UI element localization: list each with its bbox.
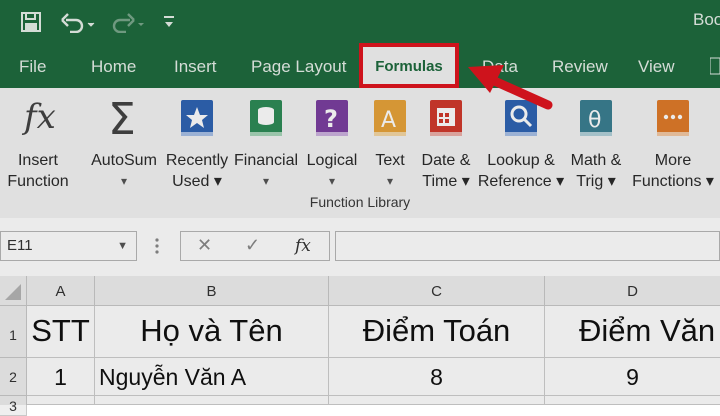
row-header-1[interactable]: 1 [0, 306, 27, 358]
sigma-icon: Σ [108, 94, 136, 145]
text-button[interactable]: A Text ▾ [364, 96, 416, 192]
scroll-tabs-icon[interactable] [710, 56, 720, 76]
more-functions-button[interactable]: More Functions ▾ [628, 96, 718, 192]
tab-view[interactable]: View [638, 44, 675, 88]
function-library-label: Function Library [309, 194, 411, 210]
svg-text:Σ: Σ [108, 96, 136, 140]
svg-text:?: ? [324, 105, 338, 133]
cell-b3[interactable] [95, 396, 329, 405]
cell-c3[interactable] [329, 396, 545, 405]
window-title: Boo [693, 10, 720, 29]
star-book-icon [181, 100, 213, 136]
enter-icon[interactable]: ✓ [245, 235, 260, 256]
cell-a2[interactable]: 1 [27, 358, 95, 396]
name-box-dropdown-icon[interactable]: ▼ [117, 232, 128, 260]
recently-used-button[interactable]: Recently Used ▾ [162, 96, 232, 192]
tab-insert[interactable]: Insert [174, 44, 217, 88]
annotation-arrow-icon [468, 65, 553, 110]
tab-review[interactable]: Review [552, 44, 608, 88]
financial-button[interactable]: Financial ▾ [231, 96, 301, 192]
math-trig-button[interactable]: θ Math & Trig ▾ [563, 96, 629, 192]
row-header-2[interactable]: 2 [0, 358, 27, 396]
formula-input[interactable] [335, 231, 720, 261]
name-box-value: E11 [7, 237, 33, 254]
tab-file[interactable]: File [19, 44, 46, 88]
row-header-3[interactable]: 3 [0, 396, 27, 416]
cell-a3[interactable] [27, 396, 95, 405]
cell-b1[interactable]: Họ và Tên [95, 306, 329, 358]
cell-d2[interactable]: 9 [545, 358, 720, 396]
autosum-button[interactable]: Σ AutoSum ▾ [86, 94, 162, 192]
tab-home[interactable]: Home [91, 44, 136, 88]
svg-text:θ: θ [588, 108, 601, 133]
cell-a1[interactable]: STT [27, 306, 95, 358]
question-book-icon: ? [316, 100, 348, 136]
cell-d3[interactable] [545, 396, 720, 405]
customize-icon[interactable] [162, 14, 176, 30]
undo-icon[interactable] [60, 11, 96, 33]
coins-book-icon [250, 100, 282, 136]
column-header-a[interactable]: A [27, 276, 95, 306]
tab-page-layout[interactable]: Page Layout [251, 44, 346, 88]
column-header-d[interactable]: D [545, 276, 720, 306]
fx-icon: fx [21, 97, 56, 137]
svg-text:fx: fx [21, 97, 56, 137]
formulas-highlight-box [359, 43, 459, 88]
cell-c2[interactable]: 8 [329, 358, 545, 396]
formula-buttons: ✕ ✓ fx [180, 231, 330, 261]
save-icon[interactable] [20, 11, 42, 33]
insert-function-icon[interactable]: fx [295, 236, 311, 256]
more-book-icon [657, 100, 689, 136]
title-bar: Boo [0, 0, 720, 44]
cell-c1[interactable]: Điểm Toán [329, 306, 545, 358]
cell-b2[interactable]: Nguyễn Văn A [95, 358, 329, 396]
ribbon-formulas: fx Insert Function Σ AutoSum ▾ Recently … [0, 88, 720, 219]
cell-d1[interactable]: Điểm Văn [545, 306, 720, 358]
name-box[interactable]: E11 ▼ [0, 231, 137, 261]
redo-icon[interactable] [110, 11, 146, 33]
column-header-b[interactable]: B [95, 276, 329, 306]
formula-bar-grip-icon[interactable] [152, 236, 162, 256]
svg-text:A: A [381, 108, 396, 133]
logical-button[interactable]: ? Logical ▾ [300, 96, 364, 192]
insert-function-button[interactable]: fx Insert Function [2, 96, 74, 192]
column-header-c[interactable]: C [329, 276, 545, 306]
text-book-icon: A [374, 100, 406, 136]
select-all-corner[interactable] [0, 276, 27, 306]
cancel-icon[interactable]: ✕ [197, 235, 212, 256]
theta-book-icon: θ [580, 100, 612, 136]
